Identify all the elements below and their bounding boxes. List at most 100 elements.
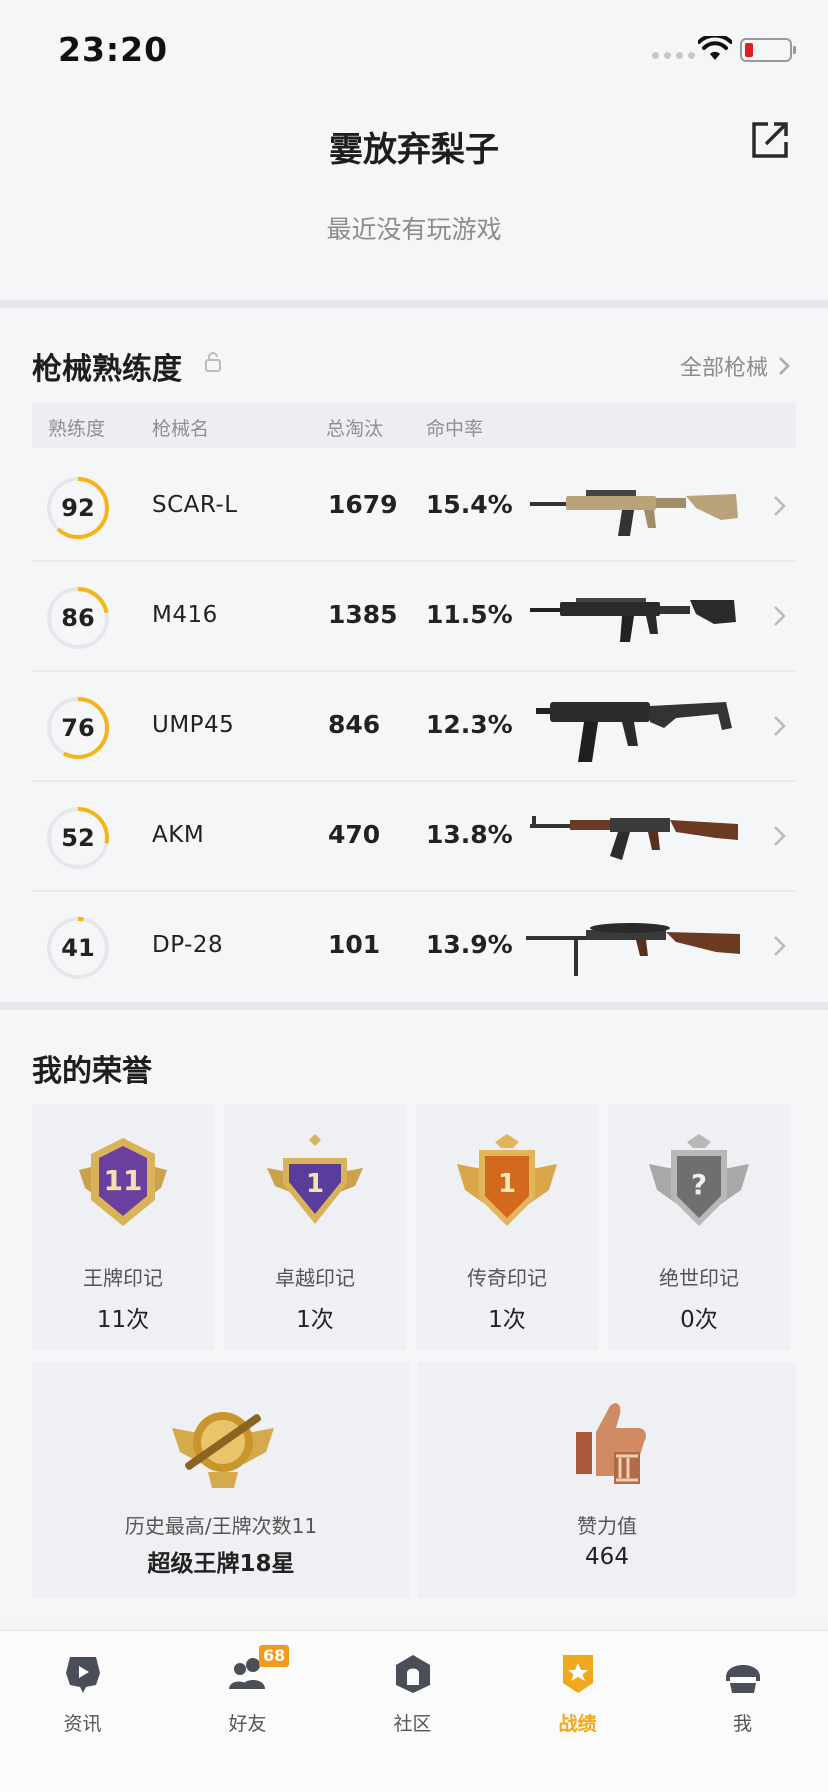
nav-label: 战绩 xyxy=(558,1713,597,1735)
gun-name: SCAR-L xyxy=(152,492,238,518)
gun-name: M416 xyxy=(152,602,218,628)
profile-header: 霎放弃梨子 最近没有玩游戏 xyxy=(0,96,828,300)
nav-label: 社区 xyxy=(393,1713,432,1735)
likes-card[interactable]: 赞力值 464 xyxy=(418,1362,796,1598)
gun-accuracy: 12.3% xyxy=(426,710,513,739)
bottom-nav: 资讯 68 好友 社区 战绩 我 xyxy=(0,1630,828,1792)
honor-label: 卓越印记 xyxy=(275,1266,355,1290)
ace-badge-number: 11 xyxy=(104,1164,143,1197)
ump45-smg-image xyxy=(536,702,732,762)
scar-l-rifle-image xyxy=(530,490,738,536)
weapon-row[interactable]: 86 M416 1385 11.5% xyxy=(32,562,796,672)
all-weapons-link[interactable]: 全部枪械 xyxy=(680,350,790,382)
col-name: 枪械名 xyxy=(152,418,210,440)
gun-kills: 470 xyxy=(328,820,381,849)
chevron-right-icon xyxy=(774,936,786,956)
battery-icon xyxy=(740,38,796,62)
status-bar: 23:20 xyxy=(0,0,828,96)
honor-count: 11次 xyxy=(96,1307,150,1333)
gun-name: UMP45 xyxy=(152,712,235,738)
legend-badge-icon: 1 xyxy=(457,1134,557,1226)
record-icon xyxy=(563,1655,593,1693)
friends-badge: 68 xyxy=(259,1645,290,1667)
rank-label: 历史最高/王牌次数11 xyxy=(124,1514,318,1538)
proficiency-value: 52 xyxy=(61,824,95,852)
highest-rank-card[interactable]: 历史最高/王牌次数11 超级王牌18星 xyxy=(32,1362,410,1598)
excellence-badge-icon: 1 xyxy=(267,1134,363,1224)
honor-count: 1次 xyxy=(488,1307,526,1333)
nav-record[interactable]: 战绩 xyxy=(495,1631,660,1761)
m416-rifle-image xyxy=(530,598,736,642)
play-status: 最近没有玩游戏 xyxy=(326,215,502,244)
thumbs-up-icon xyxy=(576,1403,646,1484)
proficiency-value: 41 xyxy=(61,934,95,962)
share-icon[interactable] xyxy=(748,118,792,162)
nav-label: 好友 xyxy=(228,1713,267,1735)
gun-kills: 846 xyxy=(328,710,381,739)
nav-friends[interactable]: 68 好友 xyxy=(165,1631,330,1761)
section-title: 枪械熟练度 xyxy=(32,352,182,387)
chevron-right-icon xyxy=(774,606,786,626)
proficiency-value: 76 xyxy=(61,714,95,742)
honor-count: 0次 xyxy=(680,1307,718,1333)
status-time: 23:20 xyxy=(58,30,169,69)
honor-label: 传奇印记 xyxy=(467,1266,547,1290)
rank-emblem-icon xyxy=(172,1412,274,1488)
gun-name: AKM xyxy=(152,822,205,848)
peerless-badge-mark: ? xyxy=(691,1168,707,1201)
nav-label: 我 xyxy=(732,1713,752,1735)
excellence-badge-number: 1 xyxy=(306,1169,324,1199)
likes-label: 赞力值 xyxy=(577,1514,637,1538)
player-name: 霎放弃梨子 xyxy=(329,130,499,170)
nav-news[interactable]: 资讯 xyxy=(0,1631,165,1761)
proficiency-value: 92 xyxy=(61,494,95,522)
honor-count: 1次 xyxy=(296,1307,334,1333)
col-accuracy: 命中率 xyxy=(426,418,484,440)
chevron-right-icon xyxy=(779,357,790,375)
dp28-lmg-image xyxy=(526,923,740,976)
weapon-row[interactable]: 41 DP-28 101 13.9% xyxy=(32,892,796,1002)
honor-card-peerless[interactable]: ? 绝世印记 0次 xyxy=(608,1104,790,1350)
section-divider xyxy=(0,300,828,308)
ace-badge-icon: 11 xyxy=(79,1138,167,1226)
chevron-right-icon xyxy=(774,826,786,846)
gun-accuracy: 15.4% xyxy=(426,490,513,519)
table-header: 熟练度 枪械名 总淘汰 命中率 xyxy=(32,402,796,448)
honor-card-legend[interactable]: 1 传奇印记 1次 xyxy=(416,1104,598,1350)
weapon-row[interactable]: 92 SCAR-L 1679 15.4% xyxy=(32,452,796,562)
honor-card-excellence[interactable]: 1 卓越印记 1次 xyxy=(224,1104,406,1350)
nav-me[interactable]: 我 xyxy=(660,1631,825,1761)
weapon-row[interactable]: 52 AKM 470 13.8% xyxy=(32,782,796,892)
gun-kills: 1679 xyxy=(328,490,398,519)
peerless-badge-icon: ? xyxy=(649,1134,749,1226)
likes-value: 464 xyxy=(585,1544,629,1570)
gun-name: DP-28 xyxy=(152,932,224,958)
wifi-icon xyxy=(698,36,732,60)
gun-accuracy: 13.8% xyxy=(426,820,513,849)
proficiency-value: 86 xyxy=(61,604,95,632)
gun-accuracy: 11.5% xyxy=(426,600,513,629)
nav-label: 资讯 xyxy=(63,1713,102,1735)
signal-icon xyxy=(652,52,695,59)
legend-badge-number: 1 xyxy=(498,1169,516,1199)
gun-kills: 101 xyxy=(328,930,381,959)
honor-card-ace[interactable]: 11 王牌印记 11次 xyxy=(32,1104,214,1350)
honor-label: 王牌印记 xyxy=(83,1266,163,1290)
weapon-row[interactable]: 76 UMP45 846 12.3% xyxy=(32,672,796,782)
col-kills: 总淘汰 xyxy=(326,418,384,440)
chevron-right-icon xyxy=(774,716,786,736)
nav-community[interactable]: 社区 xyxy=(330,1631,495,1761)
me-icon xyxy=(726,1665,760,1693)
news-icon xyxy=(66,1657,100,1693)
gun-accuracy: 13.9% xyxy=(426,930,513,959)
honor-label: 绝世印记 xyxy=(659,1266,739,1290)
rank-value: 超级王牌18星 xyxy=(147,1551,295,1577)
section-title: 我的荣誉 xyxy=(32,1054,152,1089)
honors-section: 我的荣誉 11 王牌印记 11次 1 卓越印记 1次 1 传奇印记 1次 ? 绝… xyxy=(0,1010,828,1622)
all-weapons-label: 全部枪械 xyxy=(679,356,768,381)
col-proficiency: 熟练度 xyxy=(48,418,106,440)
gun-kills: 1385 xyxy=(328,600,398,629)
akm-rifle-image xyxy=(530,816,738,860)
chevron-right-icon xyxy=(774,496,786,516)
community-icon xyxy=(396,1655,430,1693)
